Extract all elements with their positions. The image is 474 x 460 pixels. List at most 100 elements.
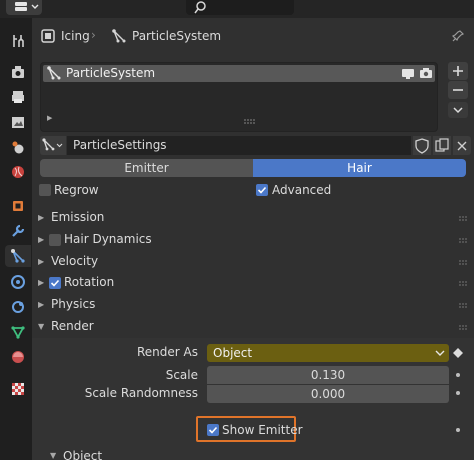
editor-type-selector[interactable]	[6, 0, 42, 15]
copy-icon	[435, 138, 449, 152]
shield-icon	[415, 138, 429, 154]
object-square-icon	[41, 29, 55, 43]
panel-physics[interactable]: ▶ Physics	[32, 294, 474, 316]
particles-icon	[42, 138, 63, 151]
particle-system-list[interactable]: ParticleSystem ▶	[40, 62, 438, 132]
material-icon	[12, 351, 24, 363]
regrow-label: Regrow	[54, 183, 99, 197]
properties-tab-column	[0, 18, 32, 460]
panel-emission-title: Emission	[51, 210, 105, 224]
tab-object[interactable]	[5, 195, 31, 217]
properties-editor-icon	[15, 2, 39, 11]
tab-world[interactable]	[5, 161, 31, 183]
panel-rotation[interactable]: ▶ Rotation	[32, 272, 474, 294]
drag-grip-icon[interactable]	[458, 302, 468, 310]
tab-view-layer[interactable]	[5, 111, 31, 133]
duplicate-button[interactable]	[433, 136, 451, 155]
chevron-down-icon	[435, 350, 445, 356]
panel-collapsed-arrow-icon: ▶	[38, 213, 45, 222]
panel-emission[interactable]: ▶ Emission	[32, 207, 474, 229]
tab-material[interactable]	[5, 346, 31, 368]
drag-grip-icon[interactable]	[458, 280, 468, 288]
render-as-value: Object	[213, 346, 253, 360]
constraints-icon	[12, 301, 24, 313]
tab-physics[interactable]	[5, 271, 31, 293]
minus-icon	[453, 89, 463, 91]
scale-label: Scale	[165, 368, 198, 382]
browse-settings-button[interactable]	[40, 136, 66, 155]
settings-name-field[interactable]: ParticleSettings	[67, 136, 411, 155]
panel-velocity[interactable]: ▶ Velocity	[32, 251, 474, 273]
checkmark-icon	[257, 186, 267, 194]
tab-particles[interactable]	[5, 245, 31, 267]
properties-content: Icing › ParticleSystem ParticleSystem ▶	[32, 18, 474, 460]
drag-grip-icon[interactable]	[458, 215, 468, 223]
show-emitter-label: Show Emitter	[222, 423, 303, 437]
list-expand-arrow[interactable]: ▶	[47, 114, 52, 122]
render-as-dropdown[interactable]: Object	[207, 344, 449, 362]
drag-grip-icon[interactable]	[458, 259, 468, 267]
scale-value: 0.130	[310, 368, 346, 382]
remove-slot-button[interactable]	[448, 81, 468, 99]
type-emitter-button[interactable]: Emitter	[40, 159, 253, 177]
keyframe-diamond-icon[interactable]	[453, 348, 463, 358]
animate-dot-icon[interactable]	[455, 372, 461, 378]
search-field[interactable]	[186, 0, 294, 15]
add-slot-button[interactable]	[448, 62, 468, 80]
fake-user-button[interactable]	[413, 136, 431, 155]
panel-collapsed-arrow-icon: ▶	[38, 257, 45, 266]
tab-render[interactable]	[5, 61, 31, 83]
viewport-display-icon[interactable]	[401, 68, 415, 80]
breadcrumb-system: ParticleSystem	[132, 29, 222, 43]
rotation-checkbox[interactable]	[49, 277, 61, 289]
show-emitter-checkbox[interactable]	[207, 424, 219, 436]
scale-field[interactable]: 0.130	[207, 366, 449, 384]
tab-modifiers[interactable]	[5, 220, 31, 242]
panel-hair-dynamics[interactable]: ▶ Hair Dynamics	[32, 229, 474, 251]
list-item-label: ParticleSystem	[66, 66, 156, 80]
physics-icon	[11, 275, 25, 289]
panel-physics-title: Physics	[51, 297, 96, 311]
animate-dot-icon[interactable]	[455, 427, 461, 433]
advanced-checkbox[interactable]	[256, 184, 268, 196]
scale-randomness-label: Scale Randomness	[84, 386, 198, 400]
regrow-checkbox[interactable]	[39, 184, 51, 196]
type-toggle: Emitter Hair	[40, 159, 466, 177]
type-hair-button[interactable]: Hair	[253, 159, 466, 177]
tab-scene[interactable]	[5, 136, 31, 158]
type-emitter-label: Emitter	[124, 161, 169, 175]
panel-rotation-title: Rotation	[64, 275, 115, 289]
tab-tool[interactable]	[5, 30, 31, 52]
drag-grip-icon[interactable]	[458, 237, 468, 245]
panel-velocity-title: Velocity	[51, 254, 99, 268]
panel-collapsed-arrow-icon: ▶	[38, 300, 45, 309]
animate-dot-icon[interactable]	[455, 390, 461, 396]
tab-output[interactable]	[5, 86, 31, 108]
plus-icon	[453, 66, 463, 76]
texture-checker-icon	[12, 383, 24, 395]
breadcrumb: Icing › ParticleSystem	[32, 26, 474, 46]
list-item[interactable]: ParticleSystem	[43, 65, 435, 82]
render-camera-icon	[12, 66, 24, 78]
specials-menu-button[interactable]	[448, 102, 468, 118]
render-as-label: Render As	[137, 345, 198, 359]
unlink-button[interactable]	[453, 136, 471, 155]
tab-constraints[interactable]	[5, 296, 31, 318]
subpanel-object[interactable]: ▼ Object	[32, 448, 474, 460]
pin-icon[interactable]	[451, 29, 465, 43]
view-layer-icon	[12, 117, 24, 128]
panel-render[interactable]: ▼ Render	[32, 316, 474, 338]
resize-grip-icon[interactable]	[243, 118, 257, 124]
panel-render-title: Render	[51, 319, 94, 333]
search-icon	[194, 1, 206, 14]
hair-dynamics-checkbox[interactable]	[49, 234, 61, 246]
render-camera-icon[interactable]	[419, 67, 433, 79]
panel-expanded-arrow-icon: ▼	[38, 322, 45, 331]
scale-randomness-field[interactable]: 0.000	[207, 385, 449, 403]
checkmark-icon	[50, 279, 60, 287]
drag-grip-icon[interactable]	[458, 324, 468, 332]
checkmark-icon	[208, 426, 218, 434]
tab-texture[interactable]	[5, 378, 31, 400]
tab-object-data[interactable]	[5, 321, 31, 343]
type-hair-label: Hair	[347, 161, 372, 175]
